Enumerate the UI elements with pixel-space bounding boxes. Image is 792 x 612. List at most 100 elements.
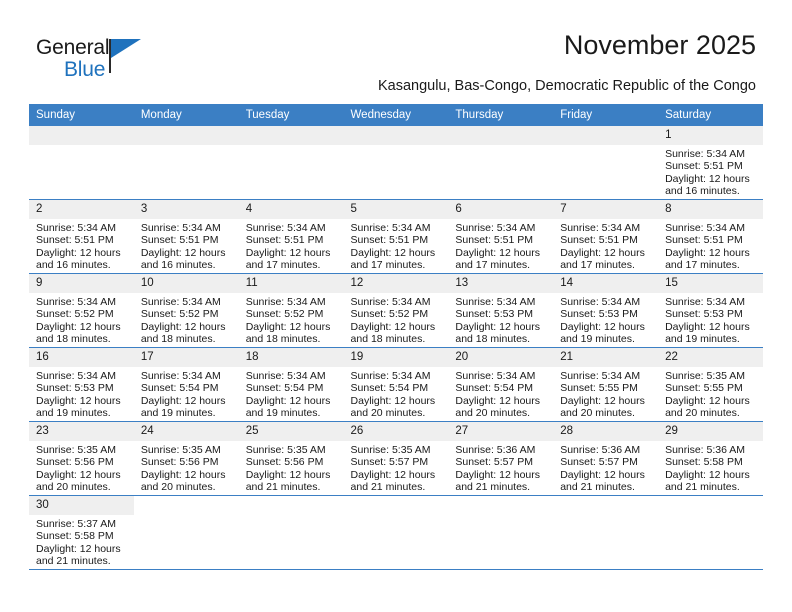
day-number (448, 126, 554, 145)
day-sun-info: Sunrise: 5:34 AM Sunset: 5:51 PM Daylight:… (344, 219, 449, 271)
day-info-line: Daylight: 12 hours (350, 246, 436, 259)
day-info-line: Sunset: 5:52 PM (245, 308, 324, 321)
day-info-line: Sunrise: 5:34 AM (455, 370, 536, 382)
calendar-day-cell[interactable]: 9 Sunrise: 5:34 AM Sunset: 5:52 PM Daylight… (29, 273, 134, 348)
day-info-line: Daylight: 12 hours (560, 320, 645, 333)
calendar-empty-cell (448, 495, 554, 570)
day-info-line: Sunset: 5:52 PM (350, 308, 429, 321)
day-info-line: and 19 minutes. (560, 332, 635, 345)
day-number (344, 496, 449, 515)
calendar-day-cell[interactable]: 6 Sunrise: 5:34 AM Sunset: 5:51 PM Daylight… (448, 199, 554, 274)
day-info-line: Daylight: 12 hours (665, 468, 750, 481)
day-info-line: and 20 minutes. (455, 406, 531, 419)
calendar-day-cell[interactable]: 13 Sunrise: 5:34 AM Sunset: 5:53 PM Dayligh… (448, 273, 554, 348)
day-sun-info: Sunrise: 5:34 AM Sunset: 5:51 PM Daylight:… (658, 219, 763, 271)
day-info-line: and 16 minutes. (140, 258, 216, 271)
calendar-day-cell[interactable]: 25 Sunrise: 5:35 AM Sunset: 5:56 PM Dayligh… (238, 421, 344, 496)
weekday-header-tuesday: Tuesday (238, 104, 344, 126)
day-info-line: Sunset: 5:56 PM (140, 456, 219, 469)
day-info-line: Sunset: 5:51 PM (140, 234, 219, 247)
day-number: 7 (553, 200, 659, 219)
day-info-line: Sunrise: 5:34 AM (455, 222, 536, 234)
day-number: 15 (658, 274, 763, 293)
day-info-line: and 19 minutes. (665, 332, 740, 345)
calendar-day-cell[interactable]: 21 Sunrise: 5:34 AM Sunset: 5:55 PM Dayligh… (553, 347, 659, 422)
calendar-day-cell[interactable]: 24 Sunrise: 5:35 AM Sunset: 5:56 PM Dayligh… (133, 421, 239, 496)
calendar-day-cell[interactable]: 8 Sunrise: 5:34 AM Sunset: 5:51 PM Daylight… (658, 199, 763, 274)
calendar-day-cell[interactable]: 26 Sunrise: 5:35 AM Sunset: 5:57 PM Dayligh… (343, 421, 449, 496)
weekday-header-thursday: Thursday (448, 104, 554, 126)
calendar-empty-cell (553, 495, 659, 570)
day-sun-info: Sunrise: 5:34 AM Sunset: 5:53 PM Daylight:… (29, 367, 134, 419)
day-info-line: Daylight: 12 hours (560, 468, 645, 481)
calendar-day-cell[interactable]: 11 Sunrise: 5:34 AM Sunset: 5:52 PM Dayligh… (238, 273, 344, 348)
day-sun-info: Sunrise: 5:34 AM Sunset: 5:54 PM Daylight:… (448, 367, 553, 419)
day-sun-info: Sunrise: 5:34 AM Sunset: 5:51 PM Daylight:… (239, 219, 344, 271)
day-sun-info: Sunrise: 5:34 AM Sunset: 5:54 PM Daylight:… (134, 367, 239, 419)
day-info-line: Sunrise: 5:36 AM (455, 444, 536, 456)
day-number: 12 (343, 274, 449, 293)
day-info-line: and 21 minutes. (665, 480, 740, 493)
calendar-day-cell[interactable]: 20 Sunrise: 5:34 AM Sunset: 5:54 PM Dayligh… (448, 347, 554, 422)
day-info-line: Sunset: 5:54 PM (455, 382, 534, 395)
calendar-day-cell[interactable]: 1 Sunrise: 5:34 AM Sunset: 5:51 PM Daylight… (658, 126, 763, 200)
day-info-line: and 18 minutes. (36, 332, 111, 345)
calendar-body: 1 Sunrise: 5:34 AM Sunset: 5:51 PM Daylight… (29, 126, 763, 570)
day-sun-info: Sunrise: 5:36 AM Sunset: 5:58 PM Daylight:… (658, 441, 763, 493)
day-number: 24 (133, 422, 239, 441)
calendar-empty-cell (343, 495, 449, 570)
day-info-line: Sunset: 5:57 PM (560, 456, 638, 469)
day-info-line: Sunset: 5:51 PM (245, 234, 324, 247)
calendar-day-cell[interactable]: 27 Sunrise: 5:36 AM Sunset: 5:57 PM Dayligh… (448, 421, 554, 496)
day-info-line: Sunrise: 5:35 AM (350, 444, 431, 456)
calendar-week-row: 2 Sunrise: 5:34 AM Sunset: 5:51 PM Daylight… (29, 199, 763, 274)
day-sun-info: Sunrise: 5:34 AM Sunset: 5:51 PM Daylight:… (29, 219, 134, 271)
day-info-line: Daylight: 12 hours (350, 394, 436, 407)
calendar-table: Sunday Monday Tuesday Wednesday Thursday Frid… (29, 104, 763, 570)
calendar-day-cell[interactable]: 22 Sunrise: 5:35 AM Sunset: 5:55 PM Dayligh… (658, 347, 763, 422)
calendar-day-cell[interactable]: 5 Sunrise: 5:34 AM Sunset: 5:51 PM Daylight… (343, 199, 449, 274)
day-info-line: and 20 minutes. (665, 406, 740, 419)
day-info-line: and 17 minutes. (455, 258, 531, 271)
day-number: 17 (133, 348, 239, 367)
calendar-week-row: 30 Sunrise: 5:37 AM Sunset: 5:58 PM Dayligh… (29, 495, 763, 570)
calendar-day-cell[interactable]: 18 Sunrise: 5:34 AM Sunset: 5:54 PM Dayligh… (238, 347, 344, 422)
day-info-line: Sunset: 5:56 PM (36, 456, 114, 469)
calendar-day-cell[interactable]: 15 Sunrise: 5:34 AM Sunset: 5:53 PM Dayligh… (658, 273, 763, 348)
logo-text-blue: Blue (64, 58, 106, 81)
day-info-line: Daylight: 12 hours (36, 394, 121, 407)
day-number: 25 (238, 422, 344, 441)
blue-triangle-flag-icon (111, 39, 141, 58)
day-info-line: Daylight: 12 hours (140, 468, 226, 481)
calendar-empty-cell (29, 126, 134, 200)
calendar-day-cell[interactable]: 10 Sunrise: 5:34 AM Sunset: 5:52 PM Dayligh… (133, 273, 239, 348)
day-number: 6 (448, 200, 554, 219)
day-sun-info: Sunrise: 5:34 AM Sunset: 5:52 PM Daylight:… (344, 293, 449, 345)
calendar-day-cell[interactable]: 3 Sunrise: 5:34 AM Sunset: 5:51 PM Daylight… (133, 199, 239, 274)
calendar-day-cell[interactable]: 7 Sunrise: 5:34 AM Sunset: 5:51 PM Daylight… (553, 199, 659, 274)
calendar-day-cell[interactable]: 16 Sunrise: 5:34 AM Sunset: 5:53 PM Dayligh… (29, 347, 134, 422)
day-number: 3 (133, 200, 239, 219)
day-info-line: and 18 minutes. (350, 332, 426, 345)
calendar-day-cell[interactable]: 28 Sunrise: 5:36 AM Sunset: 5:57 PM Dayligh… (553, 421, 659, 496)
day-number: 22 (658, 348, 763, 367)
day-sun-info: Sunrise: 5:34 AM Sunset: 5:51 PM Daylight:… (553, 219, 658, 271)
calendar-day-cell[interactable]: 19 Sunrise: 5:34 AM Sunset: 5:54 PM Dayligh… (343, 347, 449, 422)
calendar-page: General Blue November 2025 Kasangulu, Ba… (0, 0, 792, 612)
calendar-day-cell[interactable]: 14 Sunrise: 5:34 AM Sunset: 5:53 PM Dayligh… (553, 273, 659, 348)
calendar-week-row: 16 Sunrise: 5:34 AM Sunset: 5:53 PM Dayligh… (29, 347, 763, 422)
calendar-day-cell[interactable]: 12 Sunrise: 5:34 AM Sunset: 5:52 PM Dayligh… (343, 273, 449, 348)
calendar-day-cell[interactable]: 23 Sunrise: 5:35 AM Sunset: 5:56 PM Dayligh… (29, 421, 134, 496)
general-blue-logo: General Blue (36, 36, 166, 88)
calendar-week-row: 23 Sunrise: 5:35 AM Sunset: 5:56 PM Dayligh… (29, 421, 763, 496)
calendar-day-cell[interactable]: 4 Sunrise: 5:34 AM Sunset: 5:51 PM Daylight… (238, 199, 344, 274)
day-info-line: and 19 minutes. (140, 406, 216, 419)
day-info-line: Daylight: 12 hours (455, 320, 541, 333)
day-info-line: Sunset: 5:51 PM (665, 234, 743, 247)
calendar-day-cell[interactable]: 17 Sunrise: 5:34 AM Sunset: 5:54 PM Dayligh… (133, 347, 239, 422)
calendar-header-row: Sunday Monday Tuesday Wednesday Thursday Frid… (29, 104, 763, 126)
calendar-day-cell[interactable]: 2 Sunrise: 5:34 AM Sunset: 5:51 PM Daylight… (29, 199, 134, 274)
calendar-day-cell[interactable]: 30 Sunrise: 5:37 AM Sunset: 5:58 PM Dayligh… (29, 495, 134, 570)
calendar-day-cell[interactable]: 29 Sunrise: 5:36 AM Sunset: 5:58 PM Dayligh… (658, 421, 763, 496)
day-info-line: Sunset: 5:54 PM (140, 382, 219, 395)
